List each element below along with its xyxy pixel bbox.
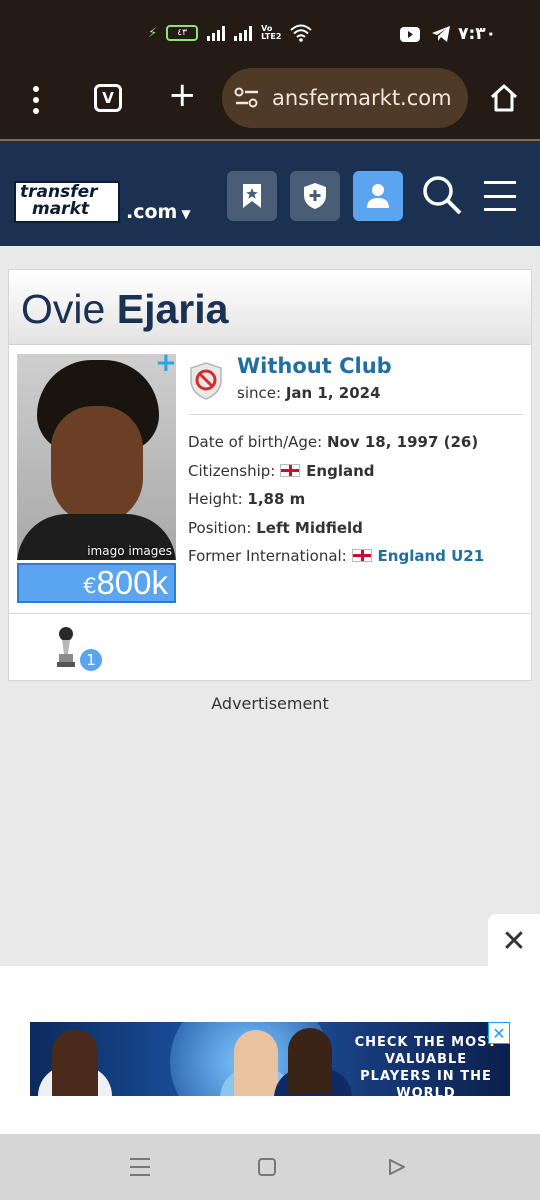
trophy-count-badge[interactable]: 1 <box>79 648 103 672</box>
player-profile-card: Ovie Ejaria imago images + € 800k Withou… <box>8 269 532 681</box>
domain-selector[interactable]: .com ▼ <box>126 201 191 223</box>
player-photo[interactable]: imago images <box>17 354 176 560</box>
logo-text-2: markt <box>32 199 90 219</box>
shield-plus-icon <box>304 183 326 209</box>
hamburger-icon[interactable] <box>484 181 516 211</box>
player-last-name: Ejaria <box>116 286 229 332</box>
ad-headline: CHECK THE MOST VALUABLE PLAYERS IN THE W… <box>354 1035 498 1096</box>
since-value: Jan 1, 2024 <box>285 384 381 402</box>
fact-position: Position: Left Midfield <box>188 514 484 543</box>
signal-icon <box>207 25 226 41</box>
fact-value: 1,88 m <box>247 490 306 508</box>
youtube-icon <box>400 26 420 42</box>
market-value-amount: 800k <box>96 564 168 601</box>
site-header: transfer markt .com ▼ <box>0 141 540 246</box>
site-settings-icon[interactable] <box>234 86 260 110</box>
charging-icon: ⚡ <box>148 25 158 41</box>
no-club-icon <box>190 362 222 400</box>
fact-value: Nov 18, 1997 (26) <box>327 433 479 451</box>
national-team-link[interactable]: England U21 <box>378 547 485 565</box>
signal-icon-2 <box>234 25 253 41</box>
england-flag-icon <box>280 463 301 477</box>
status-bar: ⚡ ٤٣ Vo LTE2 ٧:٣٠ <box>0 0 540 70</box>
fact-citizenship: Citizenship: England <box>188 457 484 486</box>
ad-container: CHECK THE MOST VALUABLE PLAYERS IN THE W… <box>0 966 540 1134</box>
clock: ٧:٣٠ <box>458 24 496 44</box>
player-name: Ovie Ejaria <box>9 270 531 345</box>
new-tab-button[interactable]: + <box>168 78 197 112</box>
browser-toolbar: V + ansfermarkt.com <box>0 68 540 140</box>
fact-label: Citizenship: <box>188 461 276 480</box>
notification-icons <box>400 26 450 42</box>
ad-banner[interactable]: CHECK THE MOST VALUABLE PLAYERS IN THE W… <box>30 1022 510 1096</box>
recent-apps-button[interactable] <box>130 1158 150 1176</box>
fact-label: Date of birth/Age: <box>188 433 323 451</box>
watchlist-button[interactable] <box>227 171 277 221</box>
transfermarkt-logo[interactable]: transfer markt <box>14 181 120 223</box>
home-icon[interactable] <box>488 82 520 114</box>
wifi-icon <box>290 24 312 42</box>
player-first-name: Ovie <box>21 286 106 332</box>
fact-label: Former International: <box>188 547 347 565</box>
shield-button[interactable] <box>290 171 340 221</box>
market-value-currency: € <box>83 574 97 598</box>
club-name-link[interactable]: Without Club <box>237 354 392 378</box>
volte-icon: Vo LTE2 <box>261 24 282 41</box>
advertisement-label: Advertisement <box>211 694 329 713</box>
club-since: since: Jan 1, 2024 <box>237 384 381 402</box>
fact-value: Left Midfield <box>256 518 363 537</box>
fact-value: England <box>306 461 375 480</box>
ad-choices-close-icon[interactable]: ✕ <box>488 1022 510 1044</box>
since-label: since: <box>237 384 282 402</box>
fact-former-international: Former International: England U21 <box>188 542 484 571</box>
user-button[interactable] <box>353 171 403 221</box>
market-value[interactable]: € 800k <box>17 563 176 603</box>
search-icon[interactable] <box>420 173 464 217</box>
player-facts: Date of birth/Age: Nov 18, 1997 (26) Cit… <box>188 428 484 571</box>
divider <box>189 414 524 415</box>
watchlist-icon <box>243 184 261 208</box>
fact-label: Height: <box>188 490 243 508</box>
address-bar[interactable]: ansfermarkt.com <box>222 68 468 128</box>
domain-label: .com <box>126 201 178 223</box>
fact-label: Position: <box>188 518 252 537</box>
add-photo-icon[interactable]: + <box>155 350 177 376</box>
photo-credit: imago images <box>87 544 172 558</box>
battery-icon: ٤٣ <box>166 25 199 41</box>
divider <box>9 613 531 614</box>
user-icon <box>367 184 389 208</box>
browser-menu-icon[interactable] <box>30 86 42 114</box>
fact-date-of-birth: Date of birth/Age: Nov 18, 1997 (26) <box>188 428 484 457</box>
url-text: ansfermarkt.com <box>272 86 452 110</box>
tab-switcher-label: V <box>102 89 114 107</box>
caret-down-icon: ▼ <box>181 207 191 221</box>
tab-switcher-button[interactable]: V <box>94 84 122 112</box>
back-button[interactable] <box>388 1158 406 1176</box>
status-icons: ⚡ ٤٣ Vo LTE2 <box>148 24 312 42</box>
fact-height: Height: 1,88 m <box>188 485 484 514</box>
close-ad-button[interactable]: ✕ <box>488 914 540 968</box>
telegram-icon <box>432 26 450 42</box>
battery-level: ٤٣ <box>177 28 187 38</box>
england-flag-icon <box>351 549 372 562</box>
home-button[interactable] <box>258 1158 276 1176</box>
system-navigation-bar <box>0 1134 540 1200</box>
trophy-icon[interactable] <box>55 626 77 668</box>
